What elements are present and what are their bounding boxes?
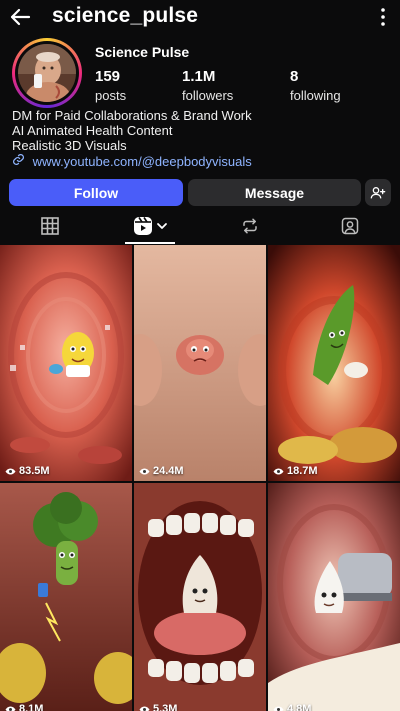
profile-handle: science_pulse [52,4,199,27]
view-count: 83.5M [5,465,50,477]
tab-tagged[interactable] [300,208,400,244]
view-count: 5.3M [139,703,177,711]
eye-icon [139,706,150,711]
view-count-value: 24.4M [153,465,184,477]
eye-icon [139,468,150,474]
view-count: 4.8M [273,703,311,711]
reels-icon [133,217,152,235]
following-count-value: 8 [290,68,299,85]
profile-actions: Follow Message [9,179,391,206]
view-count-value: 18.7M [287,465,318,477]
reel-thumbnail[interactable]: 24.4M [134,245,266,481]
bio-line: Realistic 3D Visuals [12,138,127,153]
view-count: 8.1M [5,703,43,711]
view-count-value: 4.8M [287,703,312,711]
following-count-label: following [290,88,341,103]
avatar[interactable] [18,44,76,102]
repost-icon [243,218,257,234]
display-name: Science Pulse [95,44,190,60]
view-count: 18.7M [273,465,318,477]
eye-icon [273,706,284,711]
reel-thumbnail[interactable]: 83.5M [0,245,132,481]
eye-icon [5,468,16,474]
posts-count-value: 159 [95,68,121,85]
chevron-down-icon [156,223,167,229]
bio-line: DM for Paid Collaborations & Brand Work [12,108,252,123]
top-bar: science_pulse [0,0,400,36]
followers-count-value: 1.1M [182,68,216,85]
followers-count-label: followers [182,88,234,103]
back-arrow-icon[interactable] [8,5,32,29]
bio-line: AI Animated Health Content [12,123,173,138]
view-count: 24.4M [139,465,184,477]
following-count[interactable]: 8 following [290,68,341,103]
reel-thumbnail[interactable]: 5.3M [134,483,266,711]
add-person-icon [370,186,386,198]
grid-icon [41,217,59,235]
link-icon [13,154,24,165]
profile-header: Science Pulse 159 posts 1.1M followers 8… [0,38,400,114]
tab-reels[interactable] [100,208,200,244]
reel-thumbnail[interactable]: 18.7M [268,245,400,481]
reel-thumbnail[interactable]: 8.1M [0,483,132,711]
bio-link[interactable]: www.youtube.com/@deepbodyvisuals [12,153,392,169]
reel-thumbnail[interactable]: 4.8M [268,483,400,711]
follow-button[interactable]: Follow [9,179,183,206]
view-count-value: 8.1M [19,703,44,711]
message-button[interactable]: Message [188,179,361,206]
active-tab-indicator [125,242,175,244]
reels-grid: 83.5M 24.4M 18.7M 8.1M 5.3M 4.8M [0,245,400,711]
eye-icon [273,468,284,474]
bio-link-text[interactable]: www.youtube.com/@deepbodyvisuals [33,154,252,169]
posts-count: 159 posts [95,68,126,103]
more-options-icon[interactable] [380,7,386,27]
content-tabs [0,208,400,244]
tagged-person-icon [341,217,359,235]
view-count-value: 83.5M [19,465,50,477]
posts-count-label: posts [95,88,127,103]
tab-reposts[interactable] [200,208,300,244]
suggested-accounts-button[interactable] [365,179,391,206]
tab-grid[interactable] [0,208,100,244]
story-ring[interactable] [12,38,82,108]
view-count-value: 5.3M [153,703,178,711]
bio: DM for Paid Collaborations & Brand Work … [12,108,392,169]
followers-count[interactable]: 1.1M followers [182,68,233,103]
eye-icon [5,706,16,711]
